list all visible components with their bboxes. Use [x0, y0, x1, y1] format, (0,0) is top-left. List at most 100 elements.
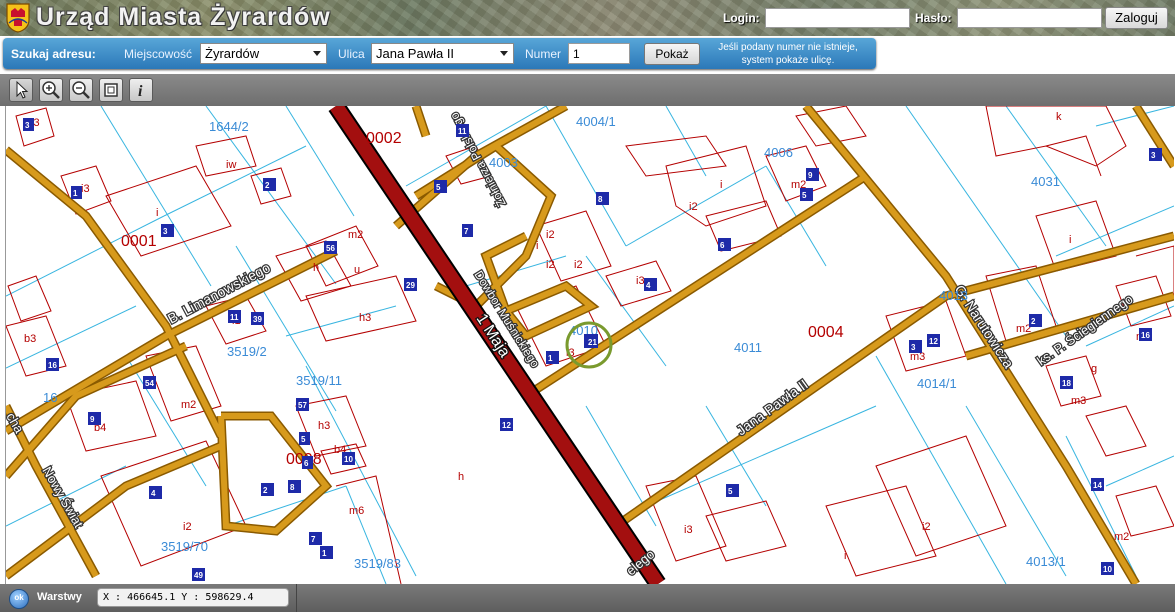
street-select[interactable]: Jana Pawła II	[371, 43, 514, 64]
zoom-out-button[interactable]	[69, 78, 93, 102]
building-label: k	[1056, 111, 1062, 123]
svg-text:2: 2	[1031, 317, 1036, 326]
svg-text:3: 3	[25, 121, 30, 130]
svg-text:12: 12	[929, 337, 938, 346]
svg-text:6: 6	[304, 459, 309, 468]
house-number: 8	[288, 480, 301, 493]
zoom-extent-button[interactable]	[99, 78, 123, 102]
house-number: 49	[192, 568, 205, 581]
parcel-number: 4013	[939, 288, 968, 303]
house-number: 2	[1029, 314, 1042, 327]
chevron-down-icon	[313, 51, 321, 56]
building-label: h3	[359, 312, 371, 324]
parcel-number: 4013/1	[1026, 554, 1066, 569]
house-number: 57	[296, 398, 309, 411]
house-number: 4	[644, 278, 657, 291]
district-code: 0004	[808, 324, 844, 341]
building-label: i3	[636, 275, 645, 287]
layers-button[interactable]: ok	[9, 589, 29, 609]
search-heading: Szukaj adresu:	[11, 47, 96, 61]
house-number: 3	[161, 224, 174, 237]
zoom-in-icon	[42, 81, 60, 99]
layers-icon: ok	[14, 593, 24, 602]
search-hint-line: system pokaże ulicę.	[741, 55, 835, 66]
svg-text:11: 11	[458, 127, 467, 136]
house-number: 2	[261, 483, 274, 496]
house-number: 10	[1101, 562, 1114, 575]
show-button[interactable]: Pokaż	[644, 43, 700, 65]
svg-text:4: 4	[646, 281, 651, 290]
house-number: 3	[23, 118, 34, 131]
svg-text:18: 18	[1062, 379, 1071, 388]
city-crest-icon	[6, 3, 30, 33]
house-number: 11	[456, 124, 469, 137]
building-label: h	[458, 471, 464, 483]
svg-text:5: 5	[436, 183, 441, 192]
building-label: i2	[183, 521, 192, 533]
password-label: Hasło:	[915, 11, 952, 25]
building-label: h	[313, 262, 319, 274]
house-number: 7	[462, 224, 473, 237]
house-number: 5	[299, 432, 310, 445]
svg-text:8: 8	[290, 483, 295, 492]
svg-text:3: 3	[911, 343, 916, 352]
building-label: i	[720, 179, 722, 191]
building-label: h3	[318, 420, 330, 432]
parcel-number: 3519/70	[161, 539, 208, 554]
house-number: 12	[927, 334, 940, 347]
svg-text:2: 2	[265, 181, 270, 190]
parcel-number: 4014/1	[917, 376, 957, 391]
house-number: 12	[500, 418, 513, 431]
district-code: 0002	[366, 130, 402, 147]
building-label: m6	[349, 505, 364, 517]
zoom-in-button[interactable]	[39, 78, 63, 102]
svg-text:57: 57	[298, 401, 307, 410]
svg-text:1: 1	[322, 549, 327, 558]
building-label: m2	[181, 399, 196, 411]
svg-text:8: 8	[598, 195, 603, 204]
svg-text:5: 5	[728, 487, 733, 496]
house-number: 1	[546, 351, 559, 364]
parcel-number: 3519/83	[354, 556, 401, 571]
address-search-bar: Szukaj adresu: Miejscowość Żyrardów Ulic…	[3, 38, 876, 69]
search-hint-line: Jeśli podany numer nie istnieje,	[718, 42, 858, 53]
layers-label[interactable]: Warstwy	[37, 591, 82, 603]
building-label: g	[1091, 363, 1097, 375]
building-label: m2	[1114, 531, 1129, 543]
parcel-number: 4004/1	[576, 114, 616, 129]
info-tool-button[interactable]: i	[129, 78, 153, 102]
house-number: 11	[228, 310, 241, 323]
svg-text:16: 16	[1141, 331, 1150, 340]
district-code: 0001	[121, 233, 157, 250]
svg-text:3: 3	[1151, 151, 1156, 160]
house-number: 56	[324, 241, 337, 254]
building-label: m2	[348, 229, 363, 241]
select-tool-button[interactable]	[9, 78, 33, 102]
house-number: 21	[584, 334, 598, 348]
status-bar: ok Warstwy X : 466645.1 Y : 598629.4	[0, 584, 1175, 612]
svg-text:1: 1	[548, 354, 553, 363]
city-select[interactable]: Żyrardów	[200, 43, 327, 64]
map-view[interactable]: 1 Maja B. Limanowskiego Jana Pawła II G.…	[5, 106, 1174, 584]
password-input[interactable]	[957, 8, 1102, 28]
map-canvas[interactable]: 1 Maja B. Limanowskiego Jana Pawła II G.…	[6, 106, 1174, 584]
house-number: 5	[800, 188, 813, 201]
svg-text:1: 1	[73, 189, 78, 198]
house-number: 9	[88, 412, 101, 425]
login-label: Login:	[723, 11, 760, 25]
login-button[interactable]: Zaloguj	[1105, 7, 1168, 29]
house-number: 8	[596, 192, 609, 205]
status-divider	[296, 584, 297, 612]
building-label: i2	[546, 259, 555, 271]
building-label: iw	[226, 159, 236, 171]
svg-text:4: 4	[151, 489, 156, 498]
house-number: 16	[46, 358, 59, 371]
svg-text:29: 29	[406, 281, 415, 290]
city-label: Miejscowość	[124, 47, 193, 61]
login-input[interactable]	[765, 8, 910, 28]
svg-text:5: 5	[301, 435, 306, 444]
house-number: 9	[806, 168, 819, 181]
parcel-number: 1644/2	[209, 119, 249, 134]
page-title: Urząd Miasta Żyrardów	[36, 3, 331, 31]
number-input[interactable]	[568, 43, 630, 64]
